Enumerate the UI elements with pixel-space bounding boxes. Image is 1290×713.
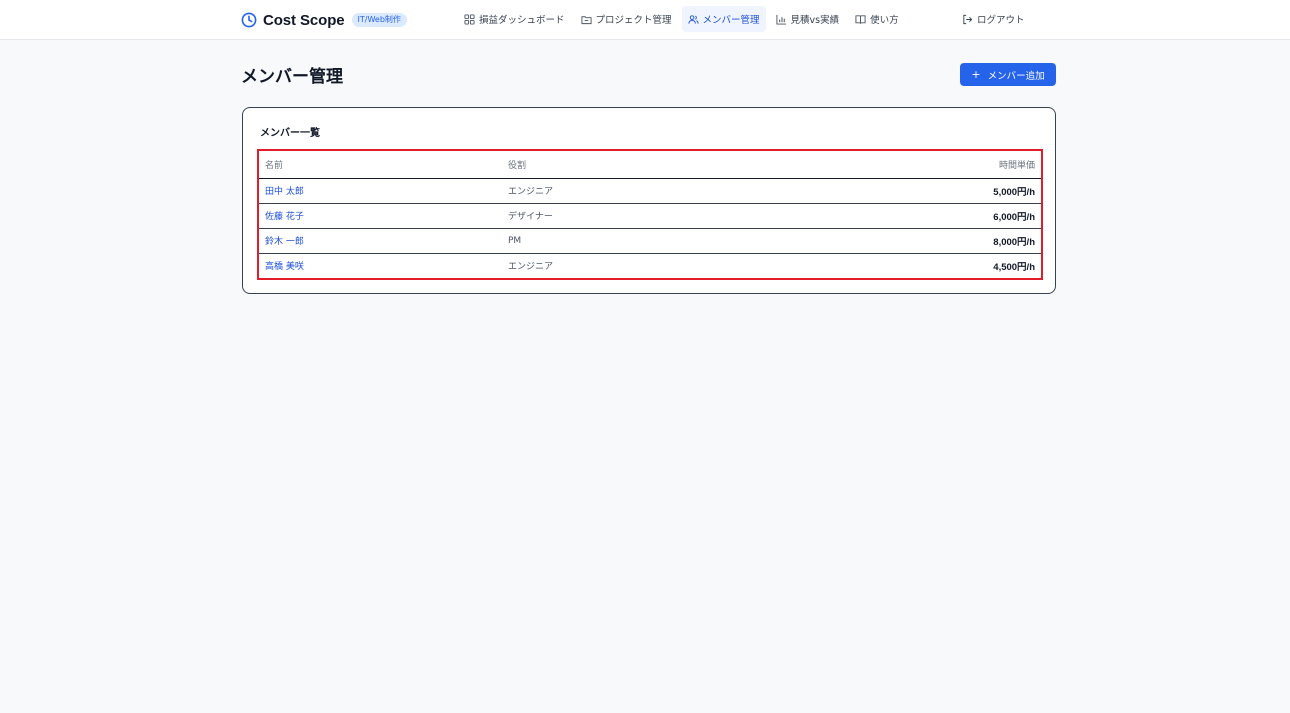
member-list-card: メンバー一覧 名前 役割 時間単価 田中 太郎 エンジニア 5,000円/h 佐… bbox=[242, 107, 1056, 294]
book-icon bbox=[855, 14, 866, 24]
nav-item-guide[interactable]: 使い方 bbox=[849, 6, 905, 32]
folder-icon bbox=[580, 15, 592, 24]
nav-item-members[interactable]: メンバー管理 bbox=[681, 6, 766, 32]
member-name-link[interactable]: 佐藤 花子 bbox=[259, 203, 502, 229]
column-header-hourly-rate: 時間単価 bbox=[802, 151, 1041, 179]
card-title: メンバー一覧 bbox=[260, 128, 320, 139]
nav-item-label: メンバー管理 bbox=[702, 15, 760, 26]
nav-item-label: 見積vs実績 bbox=[790, 15, 840, 26]
member-role: エンジニア bbox=[508, 262, 554, 273]
dashboard-grid-icon bbox=[464, 13, 475, 25]
logout-button[interactable]: ログアウト bbox=[962, 6, 1025, 32]
table-row: 田中 太郎 エンジニア 5,000円/h bbox=[259, 178, 1041, 204]
member-hourly-rate: 8,000円/h bbox=[802, 228, 1041, 254]
table-row: 高橋 美咲 エンジニア 4,500円/h bbox=[259, 253, 1041, 278]
nav-item-label: 使い方 bbox=[870, 15, 899, 26]
member-name-link[interactable]: 高橋 美咲 bbox=[259, 253, 502, 278]
nav-item-projects[interactable]: プロジェクト管理 bbox=[575, 6, 678, 32]
member-hourly-rate: 6,000円/h bbox=[802, 203, 1041, 229]
add-member-button[interactable]: + メンバー追加 bbox=[960, 63, 1056, 86]
top-header: Cost Scope IT/Web制作 損益ダッシュボード プロジェクト管理 メ… bbox=[0, 0, 1290, 40]
users-icon bbox=[687, 14, 699, 24]
brand-name: Cost Scope bbox=[263, 11, 345, 29]
member-table-highlight: 名前 役割 時間単価 田中 太郎 エンジニア 5,000円/h 佐藤 花子 デザ… bbox=[257, 149, 1043, 280]
nav-item-estimate-vs-actual[interactable]: 見積vs実績 bbox=[770, 6, 846, 32]
column-header-name: 名前 bbox=[259, 151, 502, 179]
nav-item-dashboard[interactable]: 損益ダッシュボード bbox=[458, 6, 571, 32]
table-row: 鈴木 一郎 PM 8,000円/h bbox=[259, 228, 1041, 254]
member-role: エンジニア bbox=[502, 178, 802, 204]
member-role: デザイナー bbox=[502, 203, 802, 229]
logout-label: ログアウト bbox=[977, 15, 1025, 26]
logout-icon bbox=[963, 14, 973, 24]
nav-item-label: プロジェクト管理 bbox=[595, 15, 672, 26]
nav-item-label: 損益ダッシュボード bbox=[479, 15, 565, 26]
industry-badge: IT/Web制作 bbox=[351, 13, 407, 27]
clock-icon bbox=[241, 12, 257, 28]
bar-chart-icon bbox=[776, 14, 786, 25]
member-table: 名前 役割 時間単価 田中 太郎 エンジニア 5,000円/h 佐藤 花子 デザ… bbox=[259, 151, 1041, 278]
main-nav: 損益ダッシュボード プロジェクト管理 メンバー管理 見積vs実績 使い方 bbox=[458, 6, 909, 32]
member-name-link[interactable]: 鈴木 一郎 bbox=[259, 228, 502, 254]
column-header-role: 役割 bbox=[502, 151, 802, 179]
brand[interactable]: Cost Scope IT/Web制作 bbox=[241, 10, 407, 30]
table-row: 佐藤 花子 デザイナー 6,000円/h bbox=[259, 203, 1041, 229]
table-header-row: 名前 役割 時間単価 bbox=[259, 151, 1041, 179]
member-name-link[interactable]: 田中 太郎 bbox=[259, 178, 502, 204]
plus-icon: + bbox=[971, 68, 981, 81]
member-role: PM bbox=[502, 228, 802, 254]
add-member-button-label: メンバー追加 bbox=[987, 70, 1045, 82]
member-hourly-rate: 5,000円/h bbox=[802, 178, 1041, 204]
member-hourly-rate: 4,500円/h bbox=[993, 261, 1035, 273]
page-title: メンバー管理 bbox=[241, 67, 343, 87]
